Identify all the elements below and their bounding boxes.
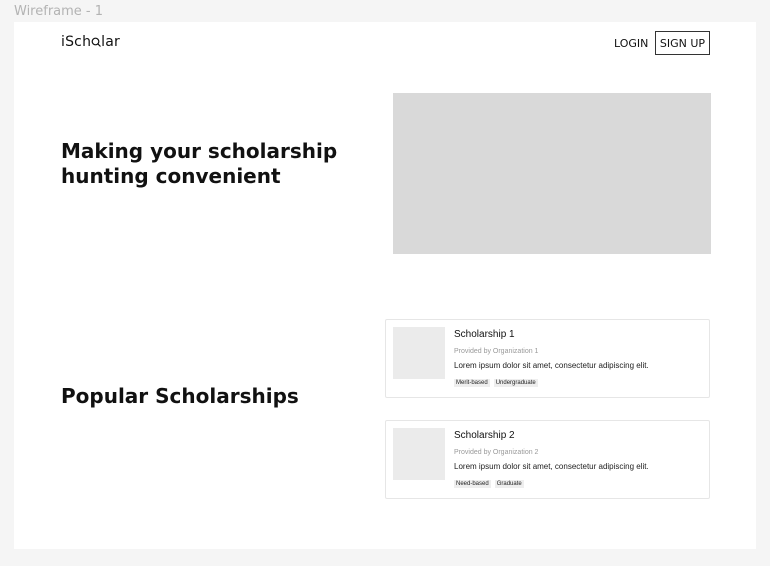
popular-scholarships-heading: Popular Scholarships (61, 384, 299, 408)
signup-button[interactable]: SIGN UP (655, 31, 710, 55)
scholarship-title: Scholarship 2 (454, 430, 515, 441)
scholarship-thumbnail (393, 428, 445, 480)
tag-badge: Merit-based (454, 379, 490, 387)
logo-text-end: lar (101, 34, 120, 50)
scholarship-title: Scholarship 1 (454, 329, 515, 340)
wireframe-frame: iSch lar LOGIN SIGN UP Making your schola… (14, 22, 756, 549)
hero-image-placeholder (393, 93, 711, 254)
frame-label: Wireframe - 1 (14, 4, 104, 19)
scholarship-card[interactable]: Scholarship 1 Provided by Organization 1… (385, 319, 710, 398)
tag-badge: Undergraduate (493, 379, 538, 387)
logo-q-magnifier (91, 34, 102, 50)
scholarship-provider: Provided by Organization 2 (454, 449, 539, 456)
hero-title: Making your scholarship hunting convenien… (61, 139, 351, 189)
scholarship-provider: Provided by Organization 1 (454, 348, 539, 355)
login-link[interactable]: LOGIN (614, 37, 648, 50)
scholarship-description: Lorem ipsum dolor sit amet, consectetur … (454, 361, 649, 370)
tag-badge: Need-based (454, 480, 491, 488)
scholarship-tags: Need-based Graduate (454, 480, 524, 488)
hero-title-line1: Making your scholarship (61, 139, 338, 163)
tag-badge: Graduate (494, 480, 524, 488)
magnifier-icon (91, 37, 102, 47)
logo-text-start: iSch (61, 34, 92, 50)
logo[interactable]: iSch lar (61, 34, 120, 50)
scholarship-description: Lorem ipsum dolor sit amet, consectetur … (454, 462, 649, 471)
scholarship-card[interactable]: Scholarship 2 Provided by Organization 2… (385, 420, 710, 499)
scholarship-thumbnail (393, 327, 445, 379)
scholarship-tags: Merit-based Undergraduate (454, 379, 538, 387)
hero-title-line2: hunting convenient (61, 164, 281, 188)
